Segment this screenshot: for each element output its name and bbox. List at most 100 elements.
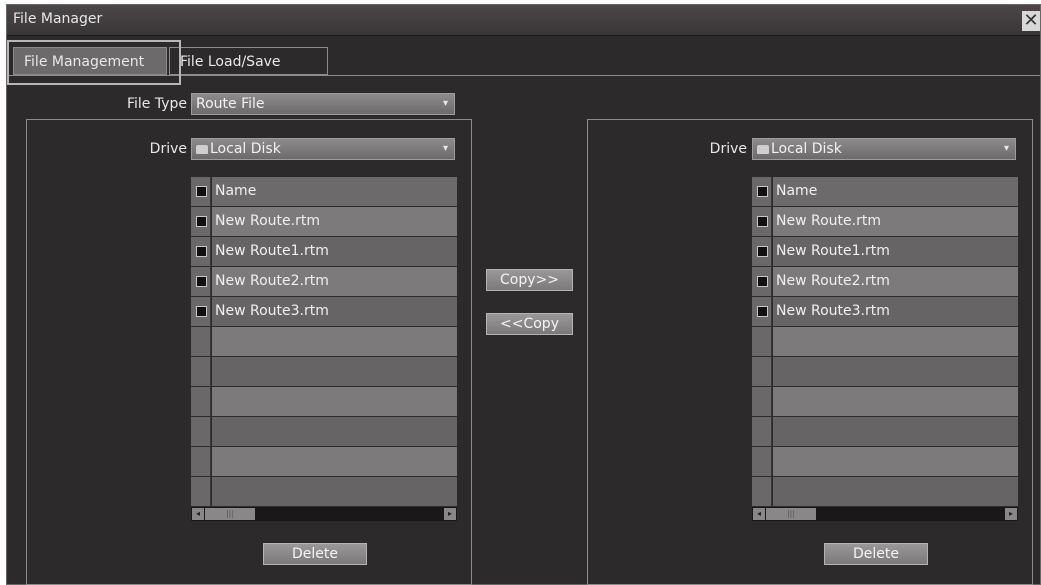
table-row[interactable]: New Route3.rtm [191, 297, 457, 327]
row-checkbox-cell [752, 267, 772, 296]
table-header-row: Name [752, 177, 1018, 207]
drive-icon [757, 145, 769, 154]
file-name-cell [212, 447, 457, 476]
title-bar: File Manager ✕ [7, 5, 1040, 36]
row-checkbox-cell [752, 477, 772, 506]
row-checkbox[interactable] [196, 216, 207, 227]
copy-left-button[interactable]: <<Copy [486, 313, 573, 335]
file-name-cell [773, 327, 1018, 356]
file-type-value: Route File [196, 96, 265, 112]
tab-divider [7, 75, 1040, 76]
file-name-cell [212, 357, 457, 386]
file-name-cell [773, 417, 1018, 446]
right-drive-value: Local Disk [771, 141, 842, 157]
left-delete-button[interactable]: Delete [263, 543, 367, 565]
close-icon[interactable]: ✕ [1022, 11, 1040, 31]
file-name-cell [212, 387, 457, 416]
row-checkbox-cell [191, 267, 211, 296]
row-checkbox-cell [191, 417, 211, 446]
row-checkbox[interactable] [196, 246, 207, 257]
file-name-cell [773, 357, 1018, 386]
row-checkbox[interactable] [757, 276, 768, 287]
table-row [191, 447, 457, 477]
table-row[interactable]: New Route2.rtm [191, 267, 457, 297]
left-drive-value: Local Disk [210, 141, 281, 157]
tab-file-management[interactable]: File Management [13, 47, 167, 75]
table-row [191, 387, 457, 417]
file-name-cell [212, 477, 457, 506]
scroll-left-icon[interactable]: ◂ [753, 508, 765, 520]
row-checkbox-cell [191, 447, 211, 476]
file-type-select[interactable]: Route File ▾ [191, 93, 455, 115]
table-row [752, 477, 1018, 507]
row-checkbox-cell [191, 387, 211, 416]
drive-icon [196, 145, 208, 154]
scroll-thumb[interactable]: ||| [205, 508, 255, 520]
select-all-checkbox[interactable] [196, 186, 207, 197]
table-row [752, 447, 1018, 477]
table-row[interactable]: New Route3.rtm [752, 297, 1018, 327]
left-drive-select[interactable]: Local Disk ▾ [191, 138, 455, 160]
file-name-cell [773, 447, 1018, 476]
file-name-cell: New Route3.rtm [773, 297, 1018, 326]
scroll-left-icon[interactable]: ◂ [192, 508, 204, 520]
table-row [191, 357, 457, 387]
table-row[interactable]: New Route1.rtm [191, 237, 457, 267]
row-checkbox-cell [752, 387, 772, 416]
row-checkbox-cell [752, 357, 772, 386]
left-horizontal-scrollbar[interactable]: ◂ ||| ▸ [191, 507, 457, 521]
row-checkbox[interactable] [757, 246, 768, 257]
right-file-list: Name New Route.rtm New Route1.rtm New Route… [752, 177, 1018, 507]
name-column-header: Name [773, 177, 1018, 206]
table-row [752, 327, 1018, 357]
row-checkbox[interactable] [196, 306, 207, 317]
right-drive-select[interactable]: Local Disk ▾ [752, 138, 1016, 160]
table-row [752, 387, 1018, 417]
file-name-cell [773, 477, 1018, 506]
table-row [191, 327, 457, 357]
right-drive-label: Drive [709, 141, 747, 157]
file-name-cell [212, 327, 457, 356]
file-name-cell [773, 387, 1018, 416]
table-header-row: Name [191, 177, 457, 207]
select-all-checkbox-cell [191, 177, 211, 206]
table-row [752, 357, 1018, 387]
file-name-cell: New Route1.rtm [212, 237, 457, 266]
row-checkbox-cell [752, 327, 772, 356]
right-delete-button[interactable]: Delete [824, 543, 928, 565]
table-row[interactable]: New Route.rtm [191, 207, 457, 237]
table-row [752, 417, 1018, 447]
row-checkbox[interactable] [757, 216, 768, 227]
table-row[interactable]: New Route2.rtm [752, 267, 1018, 297]
scroll-thumb[interactable]: ||| [766, 508, 816, 520]
file-name-cell [212, 417, 457, 446]
row-checkbox-cell [752, 447, 772, 476]
tab-file-load-save[interactable]: File Load/Save [169, 47, 328, 75]
table-row[interactable]: New Route.rtm [752, 207, 1018, 237]
chevron-down-icon: ▾ [442, 143, 448, 154]
row-checkbox-cell [191, 297, 211, 326]
file-name-cell: New Route2.rtm [212, 267, 457, 296]
select-all-checkbox[interactable] [757, 186, 768, 197]
row-checkbox[interactable] [757, 306, 768, 317]
row-checkbox-cell [191, 237, 211, 266]
file-manager-window: File Manager ✕ File Management File Load… [6, 4, 1041, 585]
file-name-cell: New Route.rtm [212, 207, 457, 236]
left-drive-label: Drive [149, 141, 187, 157]
window-title: File Manager [13, 11, 103, 27]
name-column-header: Name [212, 177, 457, 206]
right-horizontal-scrollbar[interactable]: ◂ ||| ▸ [752, 507, 1018, 521]
file-name-cell: New Route2.rtm [773, 267, 1018, 296]
chevron-down-icon: ▾ [442, 98, 448, 109]
row-checkbox-cell [191, 207, 211, 236]
scroll-right-icon[interactable]: ▸ [444, 508, 456, 520]
row-checkbox-cell [191, 327, 211, 356]
scroll-right-icon[interactable]: ▸ [1005, 508, 1017, 520]
left-file-list: Name New Route.rtm New Route1.rtm New Route… [191, 177, 457, 507]
file-name-cell: New Route3.rtm [212, 297, 457, 326]
table-row[interactable]: New Route1.rtm [752, 237, 1018, 267]
row-checkbox-cell [752, 237, 772, 266]
copy-right-button[interactable]: Copy>> [486, 269, 573, 291]
row-checkbox-cell [752, 207, 772, 236]
row-checkbox[interactable] [196, 276, 207, 287]
